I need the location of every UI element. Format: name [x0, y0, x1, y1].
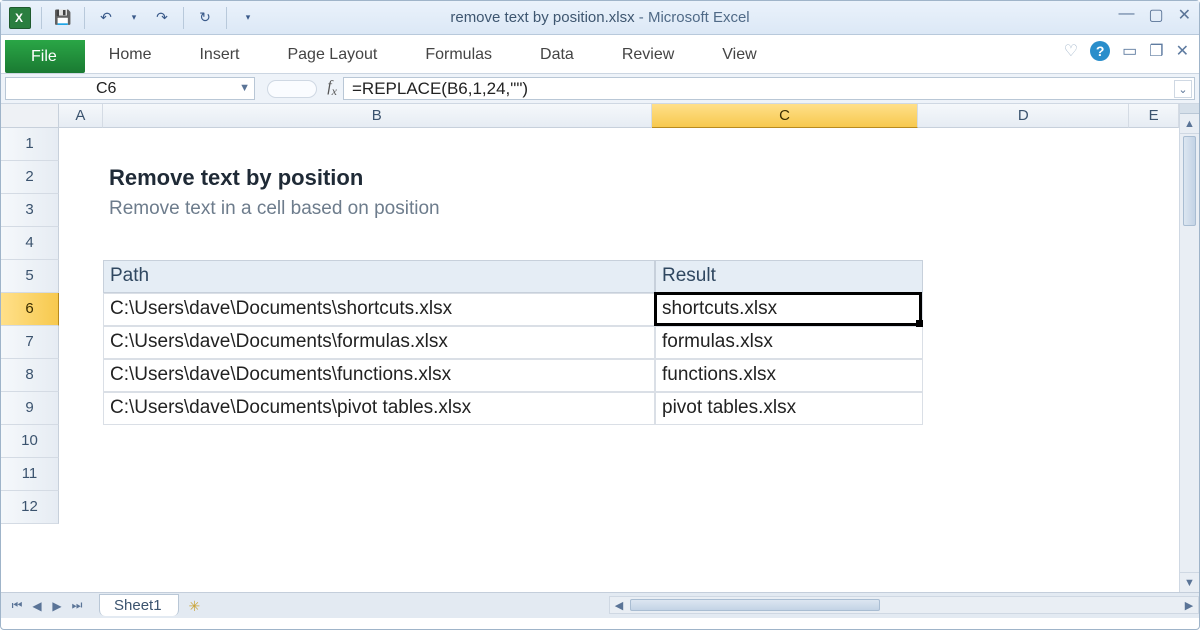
row-header-7[interactable]: 7	[1, 326, 59, 359]
sheet-nav-next[interactable]: ▶	[47, 596, 67, 616]
select-all-corner[interactable]	[1, 104, 59, 128]
scroll-up-button[interactable]: ▲	[1180, 114, 1199, 134]
header-result[interactable]: Result	[655, 260, 923, 293]
formula-bar-row: C6 ▼ fx =REPLACE(B6,1,24,"") ⌄	[1, 74, 1199, 104]
cell-b6[interactable]: C:\Users\dave\Documents\shortcuts.xlsx	[103, 293, 655, 326]
help-button[interactable]: ?	[1090, 41, 1110, 61]
window-title: remove text by position.xlsx - Microsoft…	[450, 9, 749, 26]
col-header-a[interactable]: A	[59, 104, 103, 128]
tab-review[interactable]: Review	[598, 39, 698, 73]
col-header-c[interactable]: C	[652, 104, 919, 128]
col-header-e[interactable]: E	[1129, 104, 1179, 128]
name-box-value: C6	[96, 80, 116, 98]
vertical-split-handle[interactable]	[1180, 104, 1199, 114]
tab-home[interactable]: Home	[85, 39, 176, 73]
formula-bar[interactable]: =REPLACE(B6,1,24,"") ⌄	[343, 77, 1195, 100]
file-tab[interactable]: File	[5, 40, 85, 73]
fx-icon: fx	[327, 78, 337, 99]
excel-logo-icon	[9, 7, 31, 29]
row-header-4[interactable]: 4	[1, 227, 59, 260]
name-box-dropdown-icon[interactable]: ▼	[239, 82, 250, 94]
vertical-scrollbar[interactable]: ▲ ▼	[1179, 104, 1199, 592]
formula-text: =REPLACE(B6,1,24,"")	[352, 79, 528, 99]
spreadsheet-grid[interactable]: ABCDE 123456789101112 Remove text by pos…	[1, 104, 1179, 592]
redo-button[interactable]: ↷	[151, 7, 173, 29]
sheet-nav-last[interactable]: ⏭	[67, 596, 87, 616]
row-header-3[interactable]: 3	[1, 194, 59, 227]
window-close-icon[interactable]: ✕	[1176, 41, 1189, 61]
cell-b8[interactable]: C:\Users\dave\Documents\functions.xlsx	[103, 359, 655, 392]
horizontal-scrollbar[interactable]: ◀ ▶	[609, 596, 1199, 614]
tab-view[interactable]: View	[698, 39, 780, 73]
sheet-tab-sheet1[interactable]: Sheet1	[99, 594, 179, 616]
undo-button[interactable]: ↶	[95, 7, 117, 29]
undo-menu-button[interactable]: ▾	[123, 7, 145, 29]
tab-data[interactable]: Data	[516, 39, 598, 73]
row-header-5[interactable]: 5	[1, 260, 59, 293]
redo-alt-button[interactable]: ↻	[194, 7, 216, 29]
row-header-8[interactable]: 8	[1, 359, 59, 392]
scroll-down-button[interactable]: ▼	[1180, 572, 1199, 592]
cell-b9[interactable]: C:\Users\dave\Documents\pivot tables.xls…	[103, 392, 655, 425]
cell-c9[interactable]: pivot tables.xlsx	[655, 392, 923, 425]
tab-formulas[interactable]: Formulas	[401, 39, 516, 73]
header-path[interactable]: Path	[103, 260, 655, 293]
title-bar: 💾 ↶ ▾ ↷ ↻ ▾ remove text by position.xlsx…	[1, 1, 1199, 35]
row-header-11[interactable]: 11	[1, 458, 59, 491]
cell-c6[interactable]: shortcuts.xlsx	[655, 293, 923, 326]
row-header-12[interactable]: 12	[1, 491, 59, 524]
row-header-9[interactable]: 9	[1, 392, 59, 425]
row-header-2[interactable]: 2	[1, 161, 59, 194]
cell-b7[interactable]: C:\Users\dave\Documents\formulas.xlsx	[103, 326, 655, 359]
sheet-nav-first[interactable]: ⏮	[7, 596, 27, 616]
ribbon: File Home Insert Page Layout Formulas Da…	[1, 35, 1199, 74]
qat-customize-button[interactable]: ▾	[237, 7, 259, 29]
app-name-label: Microsoft Excel	[648, 9, 750, 26]
formula-expand-button[interactable]: ⌄	[1174, 80, 1192, 98]
sheet-nav-prev[interactable]: ◀	[27, 596, 47, 616]
close-button[interactable]: ✕	[1178, 5, 1191, 25]
tab-page-layout[interactable]: Page Layout	[263, 39, 401, 73]
name-box[interactable]: C6 ▼	[5, 77, 255, 100]
row-header-6[interactable]: 6	[1, 293, 59, 326]
maximize-button[interactable]: ▢	[1148, 5, 1163, 25]
horizontal-scroll-thumb[interactable]	[630, 599, 880, 611]
vertical-scroll-thumb[interactable]	[1183, 136, 1196, 226]
window-minimize-icon[interactable]: ▭	[1122, 41, 1137, 61]
cell-c8[interactable]: functions.xlsx	[655, 359, 923, 392]
row-header-10[interactable]: 10	[1, 425, 59, 458]
save-button[interactable]: 💾	[52, 7, 74, 29]
subtitle-cell[interactable]: Remove text in a cell based on position	[103, 194, 803, 227]
row-header-1[interactable]: 1	[1, 128, 59, 161]
status-bar: ⏮ ◀ ▶ ⏭ Sheet1 ✳ ◀ ▶	[1, 592, 1199, 618]
scroll-left-button[interactable]: ◀	[610, 597, 628, 613]
title-cell[interactable]: Remove text by position	[103, 161, 803, 194]
insert-function-button[interactable]: fx	[255, 74, 343, 103]
cell-c7[interactable]: formulas.xlsx	[655, 326, 923, 359]
ribbon-minimize-icon[interactable]: ♡	[1064, 41, 1078, 61]
col-header-b[interactable]: B	[103, 104, 652, 128]
scroll-right-button[interactable]: ▶	[1180, 597, 1198, 613]
filename-label: remove text by position.xlsx	[450, 9, 634, 26]
window-restore-icon[interactable]: ❐	[1149, 41, 1163, 61]
tab-insert[interactable]: Insert	[175, 39, 263, 73]
new-sheet-button[interactable]: ✳	[189, 598, 211, 614]
minimize-button[interactable]: —	[1118, 5, 1134, 25]
col-header-d[interactable]: D	[918, 104, 1129, 128]
